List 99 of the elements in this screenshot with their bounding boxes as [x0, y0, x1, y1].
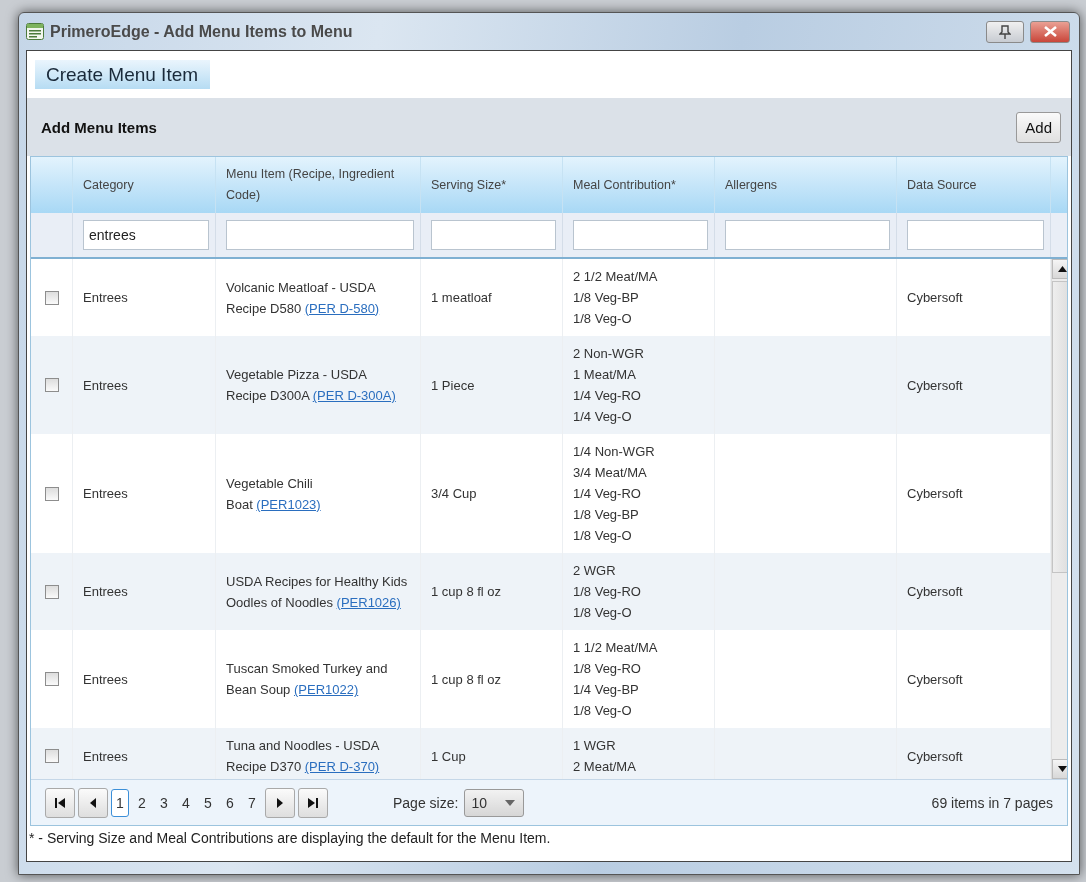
page-size-dropdown[interactable]: 10	[464, 788, 525, 817]
window-title: PrimeroEdge - Add Menu Items to Menu	[50, 22, 354, 41]
page-link[interactable]: 1	[111, 788, 129, 817]
close-icon	[1043, 26, 1057, 37]
data-source-text: Cybersoft	[907, 670, 964, 689]
column-header[interactable]: Data Source	[907, 174, 977, 196]
menu-item-name: Tuna and Noodles - USDA Recipe D370 (PER D-370)	[226, 737, 381, 776]
meal-contribution-line: 1 Meat/MA	[573, 366, 637, 384]
first-page-button[interactable]	[45, 787, 75, 818]
filter-field[interactable]	[226, 220, 414, 250]
page-link[interactable]: 5	[199, 788, 217, 817]
serving-size-text: 1 cup 8 fl oz	[431, 670, 503, 689]
close-button[interactable]	[1030, 20, 1070, 43]
page-link[interactable]: 3	[155, 788, 173, 817]
filter-field[interactable]	[907, 220, 1044, 250]
serving-size-text: 3/4 Cup	[431, 485, 478, 503]
meal-contribution-line: 1 1/2 Meat/MA	[573, 639, 659, 657]
pin-button[interactable]	[986, 20, 1024, 43]
row-checkbox[interactable]	[44, 672, 59, 686]
meal-contribution-line: 1/4 Veg-RO	[573, 387, 642, 405]
meal-contribution-line: 1/4 Veg-RO	[573, 485, 642, 503]
row-checkbox[interactable]	[44, 584, 59, 599]
category-text: Entrees	[83, 583, 129, 601]
meal-contribution-line: 2 WGR	[573, 562, 617, 580]
meal-contribution-line: 1/4 Veg-O	[573, 408, 633, 426]
serving-size-text: 1 meatloaf	[431, 289, 493, 307]
add-button[interactable]: Add	[1016, 112, 1061, 143]
page-link[interactable]: 2	[133, 788, 151, 817]
data-source-text: Cybersoft	[907, 289, 964, 307]
data-source-text: Cybersoft	[907, 485, 964, 503]
meal-contribution-line: 1/4 Non-WGR	[573, 443, 656, 461]
menu-item-name: USDA Recipes for Healthy Kids Oodles of Noodles (PER1026)	[226, 572, 409, 612]
data-source-text: Cybersoft	[907, 747, 964, 766]
first-page-icon	[54, 796, 66, 809]
scrollbar[interactable]	[1051, 259, 1067, 779]
meal-contribution-line: 1/8 Veg-O	[573, 604, 633, 622]
serving-size-text: 1 cup 8 fl oz	[431, 583, 503, 601]
section-title: Add Menu Items	[41, 119, 158, 136]
recipe-code-link[interactable]: (PER D-300A)	[312, 388, 396, 403]
data-source-text: Cybersoft	[907, 376, 964, 395]
row-checkbox[interactable]	[44, 749, 59, 763]
meal-contribution-line: 1/8 Veg-RO	[573, 660, 642, 678]
pager-summary: 69 items in 7 pages	[931, 794, 1053, 811]
filter-field[interactable]: entrees	[83, 220, 209, 250]
column-header[interactable]: Meal Contribution*	[573, 174, 676, 196]
last-page-button[interactable]	[298, 787, 328, 818]
data-source-text: Cybersoft	[907, 583, 964, 601]
meal-contribution-line: 1/8 Veg-O	[573, 527, 633, 545]
recipe-code-link[interactable]: (PER1026)	[336, 594, 401, 610]
page-link[interactable]: 4	[177, 788, 195, 817]
row-checkbox[interactable]	[44, 378, 59, 392]
footnote: * - Serving Size and Meal Contributions are displaying the default for the Menu Item.	[27, 826, 1071, 846]
scroll-down-icon	[1057, 766, 1067, 772]
meal-contribution-line: 2 Non-WGR	[573, 345, 645, 363]
page-size-label: Page size:	[393, 794, 459, 811]
meal-contribution-line: 3/4 Meat/MA	[573, 464, 648, 482]
recipe-code-link[interactable]: (PER D-580)	[304, 300, 380, 316]
recipe-code-link[interactable]: (PER D-370)	[304, 759, 380, 774]
meal-contribution-line: 2 1/2 Meat/MA	[573, 268, 659, 286]
category-text: Entrees	[83, 376, 129, 395]
app-icon	[26, 23, 44, 40]
meal-contribution-line: 1/8 Veg-RO	[573, 583, 642, 601]
recipe-code-link[interactable]: (PER1022)	[293, 682, 359, 697]
meal-contribution-line: 1/8 Veg-BP	[573, 506, 640, 524]
category-text: Entrees	[83, 289, 129, 307]
meal-contribution-line: 1/8 Veg-O	[573, 310, 633, 328]
menu-item-name: Vegetable Chili Boat (PER1023)	[226, 474, 322, 514]
page-link[interactable]: 7	[243, 788, 261, 817]
serving-size-text: 1 Piece	[431, 376, 476, 395]
next-page-button[interactable]	[265, 787, 295, 818]
column-header[interactable]: Menu Item (Recipe, Ingredient Code)	[226, 164, 410, 206]
caret-icon	[505, 799, 516, 806]
menu-item-name: Volcanic Meatloaf - USDA Recipe D580 (PER D-580)	[226, 278, 381, 318]
filter-field[interactable]	[431, 220, 556, 250]
column-header[interactable]: Category	[83, 174, 134, 196]
menu-item-name: Vegetable Pizza - USDA Recipe D300A (PER D-300A)	[226, 366, 397, 405]
scroll-up-icon	[1057, 266, 1067, 272]
serving-size-text: 1 Cup	[431, 747, 467, 766]
menu-item-name: Tuscan Smoked Turkey and Bean Soup (PER1022)	[226, 660, 389, 699]
meal-contribution-line: 2 Meat/MA	[573, 758, 637, 776]
row-checkbox[interactable]	[44, 290, 59, 305]
meal-contribution-line: 1/8 Veg-BP	[573, 289, 640, 307]
column-header[interactable]: Serving Size*	[431, 174, 507, 196]
category-text: Entrees	[83, 747, 129, 766]
section-tab[interactable]: Create Menu Item	[35, 60, 211, 89]
category-text: Entrees	[83, 485, 129, 503]
last-page-icon	[307, 796, 319, 809]
previous-page-button[interactable]	[78, 787, 108, 818]
page-link[interactable]: 6	[221, 788, 239, 817]
column-header[interactable]: Allergens	[725, 174, 778, 196]
category-text: Entrees	[83, 670, 129, 689]
meal-contribution-line: 1 WGR	[573, 737, 617, 755]
meal-contribution-line: 1/8 Veg-O	[573, 702, 633, 720]
filter-field[interactable]	[725, 220, 890, 250]
meal-contribution-line: 1/4 Veg-BP	[573, 681, 640, 699]
pin-icon	[999, 24, 1011, 39]
filter-field[interactable]	[573, 220, 708, 250]
recipe-code-link[interactable]: (PER1023)	[256, 496, 321, 512]
row-checkbox[interactable]	[44, 486, 59, 501]
